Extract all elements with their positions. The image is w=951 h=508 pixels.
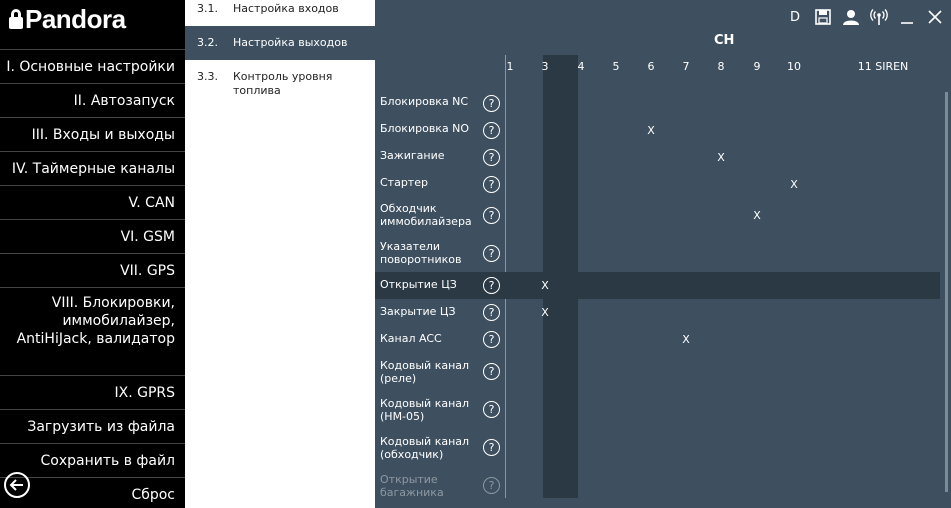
help-icon[interactable]: ? (483, 176, 500, 193)
user-button[interactable] (841, 8, 861, 26)
submenu-item-outputs[interactable]: 3.2. Настройка выходов (185, 26, 375, 60)
menu-item-gprs[interactable]: IX. GPRS (0, 375, 185, 409)
help-icon[interactable]: ? (483, 401, 500, 418)
help-icon[interactable]: ? (483, 477, 500, 494)
minimize-button[interactable] (897, 8, 917, 26)
help-icon[interactable]: ? (483, 304, 500, 321)
menu-item-autostart[interactable]: II. Автозапуск (0, 83, 185, 117)
save-icon (815, 9, 831, 25)
d-button[interactable]: D (785, 8, 805, 26)
close-button[interactable] (925, 8, 945, 26)
submenu-item-number: 3.1. (197, 2, 218, 15)
back-button[interactable] (4, 472, 30, 498)
output-label: Зажигание (380, 149, 445, 162)
table-row[interactable]: Кодовый канал (HM-05)? (375, 392, 940, 427)
output-label: Открытие багажника (380, 473, 444, 499)
channel-mark[interactable]: X (537, 279, 553, 292)
table-row[interactable]: Открытие багажника? (375, 468, 940, 503)
channel-mark[interactable]: X (713, 151, 729, 164)
output-label: Блокировка NC (380, 95, 469, 108)
help-icon[interactable]: ? (483, 149, 500, 166)
antenna-icon (870, 9, 888, 25)
output-label: Закрытие ЦЗ (380, 305, 456, 318)
table-row[interactable]: Обходчик иммобилайзера? X (375, 198, 940, 233)
menu-item-save-file[interactable]: Сохранить в файл (0, 443, 185, 477)
help-icon[interactable]: ? (483, 95, 500, 112)
column-header: 11 SIREN (857, 60, 909, 73)
column-header: 3 (541, 60, 549, 73)
user-icon (843, 10, 859, 25)
column-header: 1 (506, 60, 514, 73)
table-row[interactable]: Блокировка NO? X (375, 117, 940, 144)
submenu: 3.1. Настройка входов 3.2. Настройка вых… (185, 0, 375, 508)
help-icon[interactable]: ? (483, 363, 500, 380)
table-row[interactable]: Блокировка NC? (375, 90, 940, 117)
menu-item-blocking[interactable]: VIII. Блокировки, иммобилайзер, AntiHiJa… (0, 287, 185, 375)
output-label: Указатели поворотников (380, 240, 462, 266)
output-label: Канал ACC (380, 332, 442, 345)
table-row[interactable]: Канал ACC? X (375, 326, 940, 353)
table-row[interactable]: Закрытие ЦЗ? X (375, 299, 940, 326)
column-header: 7 (682, 60, 690, 73)
pandora-logo: Pandora (9, 3, 126, 34)
output-label: Открытие ЦЗ (380, 278, 457, 291)
help-icon[interactable]: ? (483, 277, 500, 294)
output-label: Обходчик иммобилайзера (380, 202, 472, 228)
output-label: Кодовый канал (обходчик) (380, 435, 470, 461)
submenu-item-label: Настройка выходов (233, 36, 348, 49)
menu-item-basic-settings[interactable]: I. Основные настройки (0, 49, 185, 83)
minimize-icon (901, 22, 913, 24)
sidebar: Pandora I. Основные настройки II. Автоза… (0, 0, 185, 508)
column-header: 10 (787, 60, 801, 73)
menu-item-gps[interactable]: VII. GPS (0, 253, 185, 287)
table-row[interactable]: Кодовый канал (реле)? (375, 354, 940, 389)
output-label: Блокировка NO (380, 122, 470, 135)
main-menu: I. Основные настройки II. Автозапуск III… (0, 49, 185, 508)
channels-title: CH (714, 33, 735, 48)
menu-item-timer-channels[interactable]: IV. Таймерные каналы (0, 151, 185, 185)
submenu-item-inputs[interactable]: 3.1. Настройка входов (185, 0, 375, 26)
channel-mark[interactable]: X (537, 306, 553, 319)
toolbar: D (785, 8, 945, 26)
close-icon (928, 10, 942, 24)
submenu-item-fuel[interactable]: 3.3. Контроль уровня топлива (185, 60, 375, 98)
column-header: 6 (647, 60, 655, 73)
channel-mark[interactable]: X (643, 124, 659, 137)
outputs-grid-panel: D CH Блокировка NC? Блокировка NO? X Зажига… (375, 0, 951, 508)
signal-button[interactable] (869, 8, 889, 26)
lock-icon (9, 9, 23, 29)
column-header: 5 (612, 60, 620, 73)
logo-text: Pandora (25, 3, 126, 34)
menu-item-can[interactable]: V. CAN (0, 185, 185, 219)
channel-mark[interactable]: X (749, 209, 765, 222)
table-row[interactable]: Стартер? X (375, 171, 940, 198)
table-row[interactable]: Кодовый канал (обходчик)? (375, 430, 940, 465)
column-header: 8 (717, 60, 725, 73)
table-row[interactable]: Указатели поворотников? (375, 236, 940, 271)
submenu-item-label: Контроль уровня топлива (233, 70, 333, 97)
channel-mark[interactable]: X (678, 333, 694, 346)
submenu-item-number: 3.3. (197, 70, 218, 83)
column-header: 9 (753, 60, 761, 73)
help-icon[interactable]: ? (483, 207, 500, 224)
output-label: Стартер (380, 176, 428, 189)
output-label: Кодовый канал (HM-05) (380, 397, 470, 423)
help-icon[interactable]: ? (483, 439, 500, 456)
channel-mark[interactable]: X (786, 178, 802, 191)
menu-item-inputs-outputs[interactable]: III. Входы и выходы (0, 117, 185, 151)
table-row[interactable]: Зажигание? X (375, 144, 940, 171)
column-header: 4 (577, 60, 585, 73)
menu-item-load-file[interactable]: Загрузить из файла (0, 409, 185, 443)
help-icon[interactable]: ? (483, 122, 500, 139)
submenu-item-label: Настройка входов (233, 2, 339, 15)
help-icon[interactable]: ? (483, 245, 500, 262)
table-row[interactable]: Открытие ЦЗ? X (375, 272, 940, 299)
scrollbar[interactable] (945, 92, 948, 492)
save-button[interactable] (813, 8, 833, 26)
help-icon[interactable]: ? (483, 331, 500, 348)
menu-item-gsm[interactable]: VI. GSM (0, 219, 185, 253)
submenu-item-number: 3.2. (197, 36, 218, 49)
output-label: Кодовый канал (реле) (380, 359, 470, 385)
arrow-left-icon (9, 479, 23, 491)
